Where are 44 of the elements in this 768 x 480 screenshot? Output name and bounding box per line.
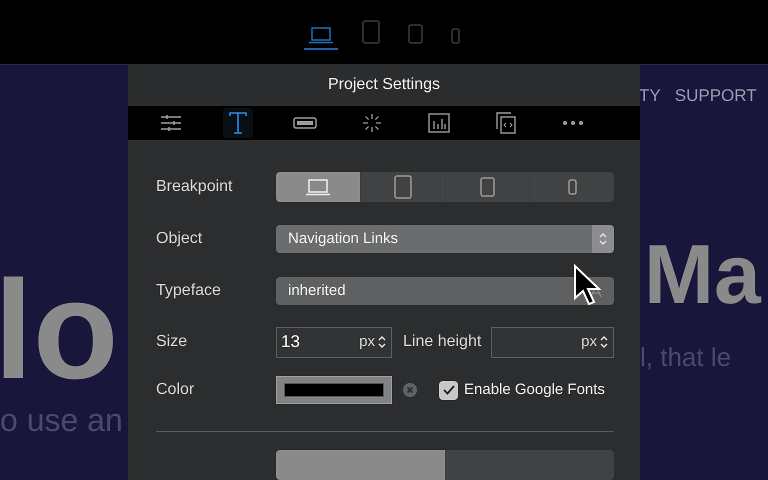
size-label: Size	[156, 332, 188, 352]
stepper-icon	[377, 334, 387, 350]
mouse-pointer-icon	[573, 264, 601, 306]
toolbar-tab[interactable]	[223, 108, 253, 138]
panel-title: Project Settings	[328, 74, 440, 95]
laptop-icon	[308, 26, 334, 44]
code-document-icon	[496, 112, 516, 134]
line-height-label: Line height	[403, 332, 482, 352]
laptop-icon	[304, 178, 331, 196]
sliders-icon	[160, 114, 182, 132]
nav-link[interactable]: SUPPORT	[674, 83, 757, 108]
chart-icon	[428, 112, 450, 133]
color-label: Color	[156, 380, 196, 400]
google-fonts-label: Enable Google Fonts	[464, 380, 605, 400]
clear-icon[interactable]	[403, 383, 417, 397]
text-icon	[229, 112, 247, 134]
google-fonts-checkbox[interactable]	[439, 380, 458, 400]
button-icon	[293, 116, 317, 129]
tablet-icon	[362, 20, 380, 44]
phone-icon	[568, 179, 577, 195]
phone-icon	[451, 28, 460, 44]
tablet-small-icon	[480, 177, 495, 197]
direction-segmented-control[interactable]	[276, 450, 614, 480]
tablet-icon	[394, 175, 412, 199]
breakpoint-segment[interactable]	[360, 172, 444, 202]
breakpoint-label: Breakpoint	[156, 177, 234, 197]
more-icon	[562, 120, 584, 126]
check-icon	[442, 385, 454, 395]
hero-heading: Ma	[644, 226, 762, 322]
color-well[interactable]	[276, 376, 392, 404]
typeface-field[interactable]: inherited	[276, 277, 614, 305]
object-select[interactable]: Navigation Links	[276, 225, 614, 253]
breakpoint-segment[interactable]	[446, 172, 530, 202]
hero-heading: lo	[0, 270, 120, 390]
stepper-icon	[598, 231, 608, 247]
size-field[interactable]: 13 px	[276, 326, 392, 358]
spinner-icon	[362, 112, 382, 133]
line-height-field[interactable]: px	[491, 326, 614, 358]
typeface-label: Typeface	[156, 281, 222, 301]
breakpoint-segment[interactable]	[276, 172, 360, 202]
object-label: Object	[156, 229, 204, 249]
tablet-small-icon	[408, 24, 423, 44]
stepper-icon	[599, 334, 609, 350]
breakpoint-segment[interactable]	[530, 172, 614, 202]
